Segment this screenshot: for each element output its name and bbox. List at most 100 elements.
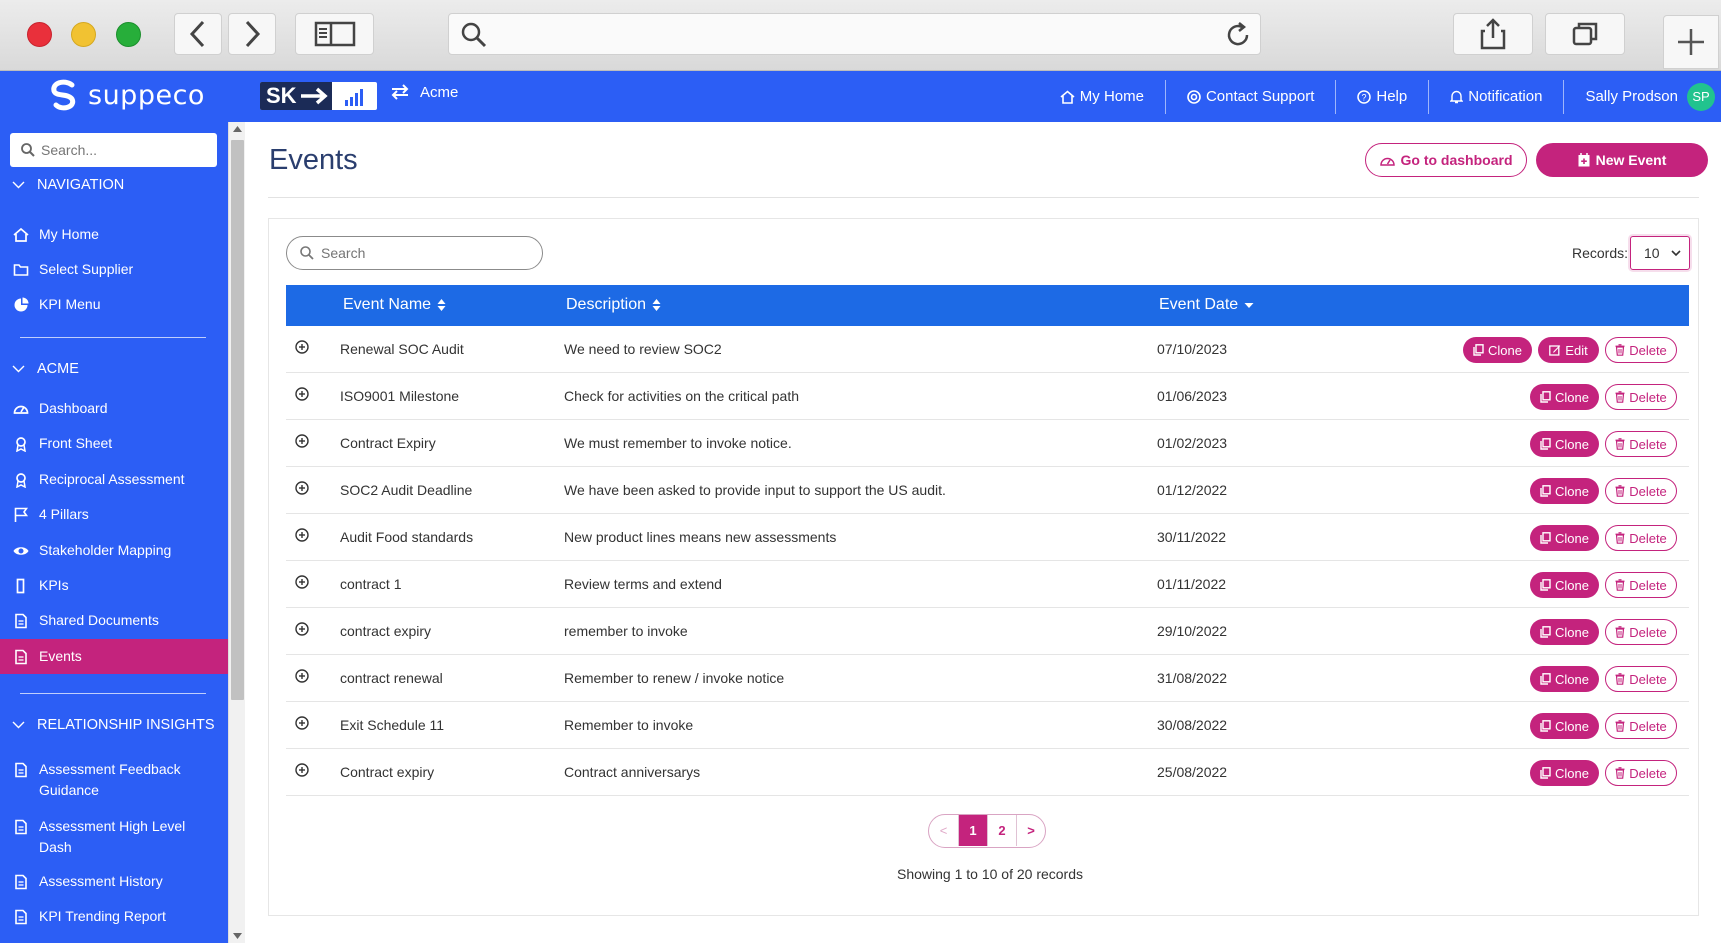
- sidebar-item-assessment-history[interactable]: Assessment History: [0, 873, 228, 895]
- user-menu[interactable]: Sally Prodson SP: [1563, 79, 1721, 114]
- sidebar-item-select-supplier[interactable]: Select Supplier: [0, 261, 228, 283]
- sidebar-item-label: Assessment History: [39, 873, 163, 889]
- table-search[interactable]: [286, 236, 543, 270]
- expand-row-button[interactable]: [295, 434, 309, 448]
- cell-event-name[interactable]: SOC2 Audit Deadline: [340, 482, 472, 498]
- expand-row-button[interactable]: [295, 340, 309, 354]
- nav-my-home[interactable]: My Home: [1039, 80, 1165, 114]
- brand-logo[interactable]: suppeco: [48, 79, 205, 111]
- records-select[interactable]: 10: [1630, 236, 1690, 270]
- cell-event-name[interactable]: ISO9001 Milestone: [340, 388, 459, 404]
- nav-contact-support[interactable]: Contact Support: [1164, 79, 1335, 114]
- pagination-prev[interactable]: <: [929, 815, 958, 846]
- sidebar-item-reciprocal-assessment[interactable]: Reciprocal Assessment: [0, 471, 228, 493]
- delete-button[interactable]: Delete: [1605, 337, 1677, 363]
- section-acme[interactable]: ACME: [12, 361, 79, 377]
- expand-row-button[interactable]: [295, 669, 309, 683]
- delete-button[interactable]: Delete: [1605, 666, 1677, 692]
- column-header-description[interactable]: Description: [566, 296, 661, 314]
- nav-notification[interactable]: Notification: [1428, 79, 1563, 114]
- clone-button[interactable]: Clone: [1530, 525, 1599, 551]
- scroll-up-icon[interactable]: [233, 126, 242, 132]
- sidebar-item-kpi-menu[interactable]: KPI Menu: [0, 296, 228, 318]
- new-event-button[interactable]: New Event: [1536, 143, 1708, 177]
- expand-row-button[interactable]: [295, 575, 309, 589]
- tabs-button[interactable]: [1545, 13, 1625, 55]
- table-search-input[interactable]: [321, 245, 521, 261]
- delete-button[interactable]: Delete: [1605, 619, 1677, 645]
- expand-row-button[interactable]: [295, 481, 309, 495]
- sidebar-scrollbar[interactable]: [228, 122, 245, 943]
- clone-button[interactable]: Clone: [1463, 337, 1532, 363]
- clone-button[interactable]: Clone: [1530, 713, 1599, 739]
- window-minimize-button[interactable]: [71, 22, 96, 47]
- pagination-page-2[interactable]: 2: [987, 815, 1016, 846]
- cell-event-name[interactable]: Renewal SOC Audit: [340, 341, 464, 357]
- cell-event-name[interactable]: contract 1: [340, 576, 401, 592]
- cell-event-name[interactable]: Contract expiry: [340, 764, 434, 780]
- delete-button[interactable]: Delete: [1605, 384, 1677, 410]
- section-navigation[interactable]: NAVIGATION: [12, 177, 124, 193]
- cell-event-name[interactable]: Exit Schedule 11: [340, 717, 444, 733]
- sidebar-item-shared-documents[interactable]: Shared Documents: [0, 612, 228, 634]
- clone-button[interactable]: Clone: [1530, 572, 1599, 598]
- delete-label: Delete: [1629, 671, 1667, 687]
- document-icon: [15, 762, 27, 778]
- clone-label: Clone: [1555, 436, 1589, 452]
- cell-event-name[interactable]: Audit Food standards: [340, 529, 473, 545]
- reload-icon[interactable]: [1224, 21, 1252, 49]
- copy-icon: [1540, 391, 1551, 403]
- clone-button[interactable]: Clone: [1530, 478, 1599, 504]
- back-button[interactable]: [174, 13, 222, 55]
- sidebar-search-input[interactable]: [41, 142, 191, 158]
- delete-button[interactable]: Delete: [1605, 713, 1677, 739]
- edit-button[interactable]: Edit: [1538, 337, 1599, 363]
- sidebar-item-4-pillars[interactable]: 4 Pillars: [0, 506, 228, 528]
- sidebar-search[interactable]: [10, 133, 217, 167]
- address-bar[interactable]: [448, 13, 1261, 55]
- sidebar-item-front-sheet[interactable]: Front Sheet: [0, 435, 228, 457]
- pagination-next[interactable]: >: [1016, 815, 1045, 846]
- expand-row-button[interactable]: [295, 528, 309, 542]
- expand-row-button[interactable]: [295, 763, 309, 777]
- cell-event-name[interactable]: Contract Expiry: [340, 435, 436, 451]
- sidebar-item-kpi-trending-report[interactable]: KPI Trending Report: [0, 908, 228, 930]
- sidebar-item-my-home[interactable]: My Home: [0, 226, 228, 248]
- pagination-page-1[interactable]: 1: [958, 815, 987, 846]
- delete-button[interactable]: Delete: [1605, 478, 1677, 504]
- expand-row-button[interactable]: [295, 622, 309, 636]
- clone-button[interactable]: Clone: [1530, 760, 1599, 786]
- expand-row-button[interactable]: [295, 387, 309, 401]
- delete-button[interactable]: Delete: [1605, 572, 1677, 598]
- sidebar-item-assessment-high-level-dash[interactable]: Assessment High Level Dash: [0, 816, 228, 858]
- sidebar-item-kpis[interactable]: KPIs: [0, 577, 228, 599]
- window-close-button[interactable]: [27, 22, 52, 47]
- delete-button[interactable]: Delete: [1605, 431, 1677, 457]
- scroll-down-icon[interactable]: [233, 933, 242, 939]
- sidebar-item-assessment-feedback-guidance[interactable]: Assessment Feedback Guidance: [0, 759, 228, 801]
- delete-button[interactable]: Delete: [1605, 760, 1677, 786]
- go-to-dashboard-button[interactable]: Go to dashboard: [1365, 143, 1527, 177]
- column-header-event-name[interactable]: Event Name: [343, 296, 446, 314]
- expand-row-button[interactable]: [295, 716, 309, 730]
- sidebar-item-stakeholder-mapping[interactable]: Stakeholder Mapping: [0, 542, 228, 564]
- clone-button[interactable]: Clone: [1530, 384, 1599, 410]
- clone-button[interactable]: Clone: [1530, 619, 1599, 645]
- column-header-event-date[interactable]: Event Date: [1159, 296, 1254, 314]
- window-zoom-button[interactable]: [116, 22, 141, 47]
- sidebar-item-dashboard[interactable]: Dashboard: [0, 400, 228, 422]
- new-tab-button[interactable]: [1663, 15, 1719, 69]
- section-relationship-insights[interactable]: RELATIONSHIP INSIGHTS: [12, 717, 215, 733]
- clone-button[interactable]: Clone: [1530, 431, 1599, 457]
- forward-button[interactable]: [228, 13, 276, 55]
- sidebar-item-events[interactable]: Events: [0, 639, 228, 674]
- cell-event-name[interactable]: contract expiry: [340, 623, 431, 639]
- nav-help[interactable]: ? Help: [1335, 79, 1428, 114]
- share-button[interactable]: [1453, 13, 1533, 55]
- sidebar-toggle-button[interactable]: [295, 13, 374, 55]
- cell-event-name[interactable]: contract renewal: [340, 670, 443, 686]
- delete-button[interactable]: Delete: [1605, 525, 1677, 551]
- clone-button[interactable]: Clone: [1530, 666, 1599, 692]
- org-switcher[interactable]: Acme: [390, 83, 458, 101]
- sidebar-scrollbar-thumb[interactable]: [231, 140, 244, 700]
